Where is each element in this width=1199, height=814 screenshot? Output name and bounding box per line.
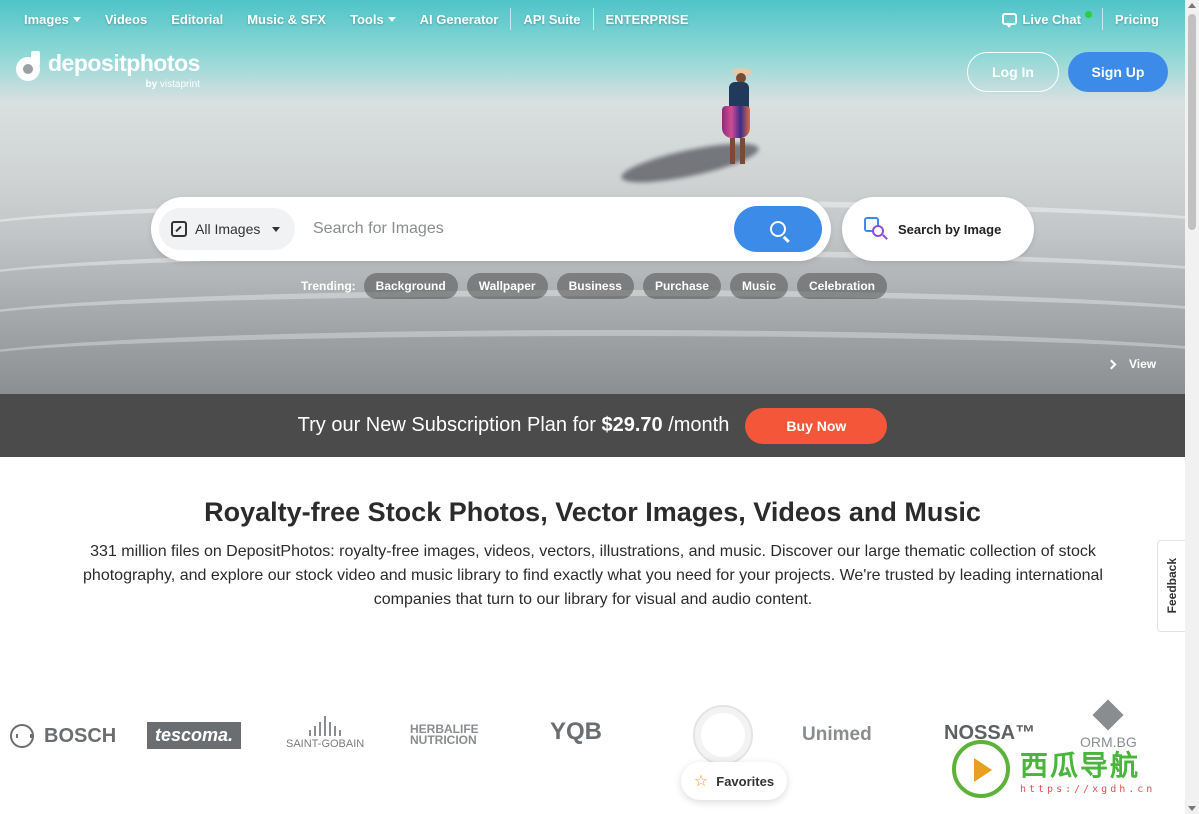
watermark: 西瓜导航 https://xgdh.cn: [950, 720, 1180, 800]
nav-images[interactable]: Images: [24, 12, 81, 27]
search-icon: [770, 221, 786, 237]
tescoma-logo: tescoma.: [147, 722, 242, 749]
feedback-tab[interactable]: Feedback: [1157, 540, 1185, 632]
favorites-button[interactable]: ☆ Favorites: [681, 762, 787, 800]
trending-chip[interactable]: Business: [556, 273, 634, 299]
watermark-logo-icon: [952, 740, 1010, 798]
chat-icon: [1002, 13, 1018, 28]
buy-now-button[interactable]: Buy Now: [745, 407, 888, 444]
hero-person: [718, 68, 758, 168]
nav-videos[interactable]: Videos: [105, 12, 147, 27]
top-right-nav: Live Chat Pricing: [1002, 0, 1159, 38]
image-icon: [171, 221, 187, 237]
nav-enterprise[interactable]: ENTERPRISE: [606, 12, 689, 27]
unimed-logo: Unimed: [802, 724, 872, 745]
scroll-up-icon[interactable]: [1188, 3, 1196, 8]
nav-ai-generator[interactable]: AI Generator: [420, 12, 499, 27]
pricing-link[interactable]: Pricing: [1115, 12, 1159, 27]
chevron-down-icon: [272, 226, 281, 232]
bosch-emblem-icon: [10, 724, 34, 748]
yqb-logo: YQB: [550, 718, 603, 745]
nav-divider: [510, 8, 512, 30]
chevron-right-icon: [1106, 359, 1117, 369]
nav-api-suite[interactable]: API Suite: [523, 12, 580, 27]
trending-chip[interactable]: Celebration: [797, 273, 888, 299]
nav-divider: [592, 8, 594, 30]
live-chat-link[interactable]: Live Chat: [1002, 10, 1092, 28]
promo-text: Try our New Subscription Plan for $29.70…: [297, 414, 730, 436]
search-by-image-button[interactable]: Search by Image: [842, 197, 1034, 261]
intro-text: 331 million files on DepositPhotos: roya…: [83, 543, 1103, 608]
chevron-down-icon: [387, 16, 396, 22]
seal-logo: [693, 705, 753, 765]
herbalife-logo: HERBALIFE NUTRICION: [410, 722, 479, 747]
image-search-icon: [864, 217, 888, 241]
signup-button[interactable]: Sign Up: [1068, 52, 1168, 92]
search-bar: All Images: [151, 197, 831, 261]
scroll-down-icon[interactable]: [1188, 806, 1196, 811]
vertical-scrollbar[interactable]: [1185, 0, 1199, 814]
bosch-logo: BOSCH: [10, 724, 116, 748]
trending-tags: Trending: Background Wallpaper Business …: [301, 273, 896, 299]
logo-mark-icon: [16, 50, 40, 81]
nav-music-sfx[interactable]: Music & SFX: [247, 12, 326, 27]
view-image-link[interactable]: View: [1106, 357, 1156, 371]
promo-bar: Try our New Subscription Plan for $29.70…: [0, 394, 1185, 457]
nav-editorial[interactable]: Editorial: [171, 12, 223, 27]
logo-byline: by vistaprint: [145, 79, 200, 90]
online-status-dot: [1084, 10, 1092, 18]
saint-gobain-logo: SAINT-GOBAIN: [286, 716, 364, 750]
chevron-down-icon: [72, 16, 81, 22]
scrollbar-thumb[interactable]: [1188, 14, 1196, 230]
trending-chip[interactable]: Background: [363, 273, 458, 299]
search-scope-select[interactable]: All Images: [159, 208, 295, 250]
search-input[interactable]: [313, 220, 713, 238]
trending-chip[interactable]: Music: [729, 273, 788, 299]
login-button[interactable]: Log In: [967, 52, 1059, 92]
trending-chip[interactable]: Wallpaper: [466, 273, 548, 299]
trending-chip[interactable]: Purchase: [642, 273, 721, 299]
nav-tools[interactable]: Tools: [350, 12, 396, 27]
depositphotos-logo[interactable]: depositphotos by vistaprint: [16, 50, 200, 90]
star-icon: ☆: [693, 773, 709, 790]
search-button[interactable]: [734, 206, 822, 252]
nav-divider: [1101, 8, 1103, 30]
page-title: Royalty-free Stock Photos, Vector Images…: [204, 497, 981, 527]
